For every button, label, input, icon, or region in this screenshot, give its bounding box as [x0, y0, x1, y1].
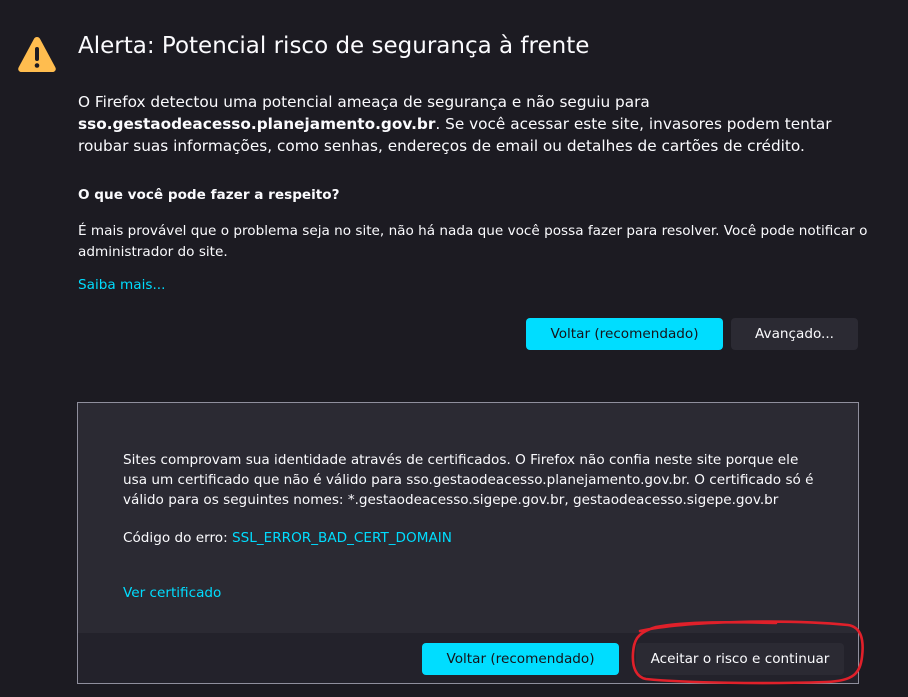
error-code-line: Código do erro: SSL_ERROR_BAD_CERT_DOMAI…	[123, 530, 452, 546]
accept-risk-button[interactable]: Aceitar o risco e continuar	[636, 643, 844, 675]
what-can-you-do-text: É mais provável que o problema seja no s…	[78, 223, 868, 260]
error-code-label: Código do erro:	[123, 530, 232, 546]
advanced-button[interactable]: Avançado...	[731, 318, 858, 350]
error-code-link[interactable]: SSL_ERROR_BAD_CERT_DOMAIN	[232, 530, 452, 546]
what-can-you-do-heading: O que você pode fazer a respeito?	[78, 187, 340, 203]
go-back-button[interactable]: Voltar (recomendado)	[526, 318, 723, 350]
advanced-panel: Sites comprovam sua identidade através d…	[77, 402, 859, 684]
intro-text-part1: O Firefox detectou uma potencial ameaça …	[78, 93, 650, 111]
learn-more-link[interactable]: Saiba mais...	[78, 277, 165, 293]
intro-text: O Firefox detectou uma potencial ameaça …	[78, 91, 878, 157]
page-title: Alerta: Potencial risco de segurança à f…	[78, 33, 590, 59]
view-certificate-link[interactable]: Ver certificado	[123, 585, 221, 601]
advanced-panel-footer: Voltar (recomendado) Aceitar o risco e c…	[78, 633, 858, 683]
go-back-button-advanced[interactable]: Voltar (recomendado)	[422, 643, 619, 675]
warning-triangle-icon	[18, 37, 56, 72]
certificate-explanation: Sites comprovam sua identidade através d…	[123, 452, 814, 508]
intro-domain: sso.gestaodeacesso.planejamento.gov.br	[78, 115, 436, 133]
error-page: Alerta: Potencial risco de segurança à f…	[0, 0, 908, 697]
